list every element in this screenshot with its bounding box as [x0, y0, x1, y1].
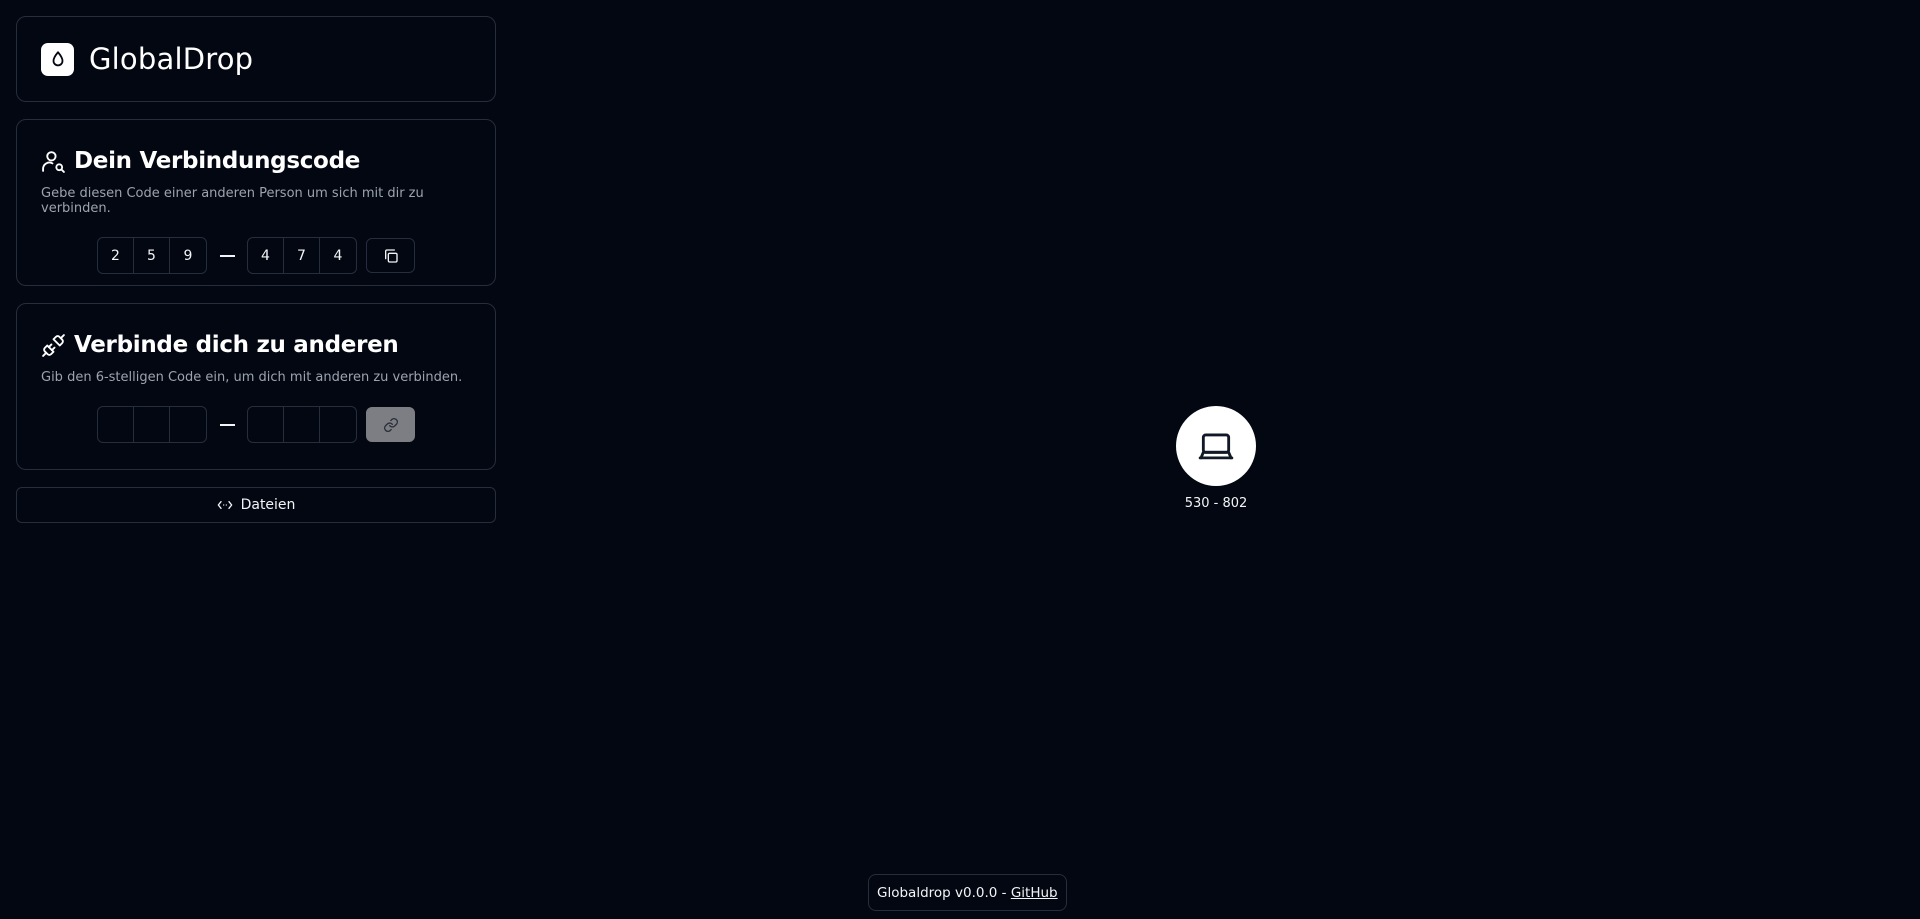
github-link[interactable]: GitHub — [1011, 885, 1058, 901]
connect-title: Verbinde dich zu anderen — [74, 332, 399, 358]
my-code-digit: 9 — [183, 247, 193, 264]
my-code-description: Gebe diesen Code einer anderen Person um… — [41, 186, 424, 216]
files-button-label: Dateien — [240, 497, 296, 513]
code-digit-input[interactable] — [134, 407, 170, 442]
my-code-digit: 4 — [248, 238, 284, 273]
drop-icon — [41, 42, 74, 76]
my-code-header: Dein Verbindungscode — [41, 146, 471, 176]
my-code-digit: 4 — [333, 247, 343, 264]
code-digit-input[interactable] — [98, 407, 134, 442]
connect-button[interactable] — [366, 407, 415, 442]
my-code-digit: 7 — [284, 238, 320, 273]
link-icon — [383, 417, 399, 433]
footer-version: Globaldrop v0.0.0 - — [877, 884, 1011, 901]
plug-icon — [41, 333, 66, 358]
sidebar: GlobalDrop Dein Verbindungscode Gebe die… — [16, 16, 496, 523]
device-avatar[interactable] — [1176, 406, 1256, 486]
code-digit-input[interactable] — [284, 407, 320, 442]
laptop-icon — [1197, 427, 1235, 465]
my-code-display: 2 5 9 4 7 4 — [41, 237, 471, 274]
my-code-group-first: 2 5 9 — [97, 237, 207, 274]
connect-card: Verbinde dich zu anderen Gib den 6-stell… — [16, 303, 496, 470]
connect-description: Gib den 6-stelligen Code ein, um dich mi… — [41, 370, 463, 385]
footer: Globaldrop v0.0.0 - GitHub — [868, 874, 1067, 911]
code-separator — [207, 254, 247, 257]
my-code-digit: 2 — [98, 238, 134, 273]
connect-code-input — [41, 406, 471, 443]
device-label: 530 - 802 — [1184, 496, 1248, 511]
code-digit-input[interactable] — [248, 407, 284, 442]
brand-card: GlobalDrop — [16, 16, 496, 102]
code-arrows-icon — [217, 499, 233, 511]
user-search-icon — [41, 149, 66, 174]
connect-code-group-second — [247, 406, 357, 443]
copy-icon — [383, 248, 399, 264]
code-digit-input[interactable] — [170, 407, 206, 442]
copy-code-button[interactable] — [366, 238, 415, 273]
my-code-title: Dein Verbindungscode — [74, 148, 361, 174]
my-code-digit: 5 — [134, 238, 170, 273]
code-separator — [207, 423, 247, 426]
code-digit-input[interactable] — [320, 407, 356, 442]
my-code-group-second: 4 7 4 — [247, 237, 357, 274]
device-node[interactable]: 530 - 802 — [1176, 406, 1256, 511]
my-code-card: Dein Verbindungscode Gebe diesen Code ei… — [16, 119, 496, 286]
app-title: GlobalDrop — [89, 42, 254, 76]
connect-code-group-first — [97, 406, 207, 443]
files-button[interactable]: Dateien — [16, 487, 496, 523]
connect-header: Verbinde dich zu anderen — [41, 330, 471, 360]
